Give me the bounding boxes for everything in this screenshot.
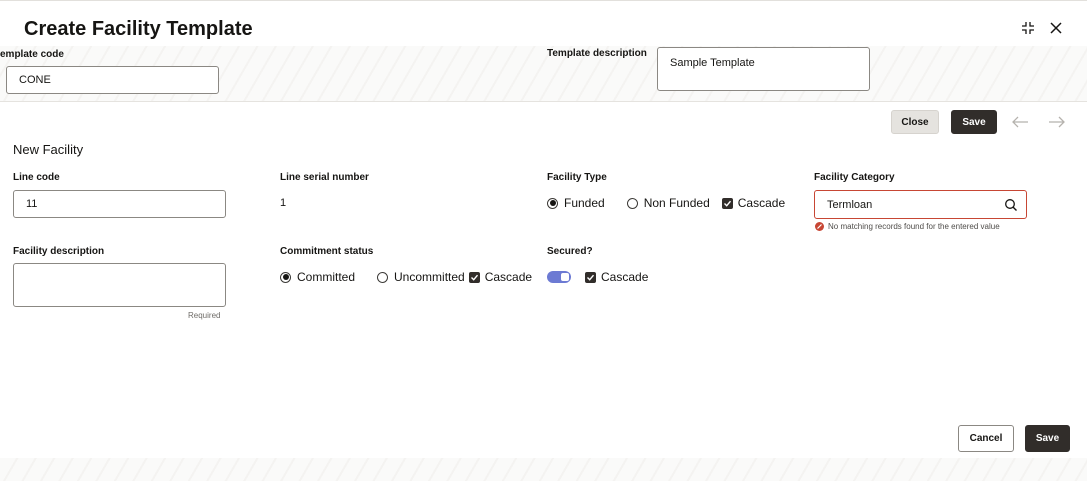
radio-committed-dot[interactable]	[280, 271, 291, 283]
error-text: No matching records found for the entere…	[828, 222, 1000, 231]
radio-non-funded-label: Non Funded	[643, 196, 710, 210]
secured-label: Secured?	[547, 246, 593, 257]
line-code-field[interactable]: 11	[13, 190, 226, 218]
close-button[interactable]: Close	[891, 110, 939, 134]
cascade-label: Cascade	[601, 270, 649, 284]
radio-non-funded-dot[interactable]	[626, 197, 638, 209]
check-icon[interactable]	[585, 271, 596, 283]
radio-committed[interactable]: Committed	[280, 270, 355, 284]
cascade-label: Cascade	[484, 270, 533, 284]
page-title: Create Facility Template	[24, 18, 253, 40]
radio-funded-dot[interactable]	[547, 197, 558, 209]
template-code-label: emplate code	[0, 49, 64, 60]
arrow-left-icon[interactable]	[1011, 113, 1029, 131]
facility-type-group: Funded Non Funded Cascade	[547, 196, 785, 210]
check-icon[interactable]	[468, 271, 480, 283]
facility-type-label: Facility Type	[547, 172, 607, 183]
error-icon	[815, 222, 824, 231]
facility-description-label: Facility description	[13, 246, 105, 257]
template-band: emplate code CONE Template description S…	[0, 46, 1087, 102]
secured-cascade-checkbox[interactable]: Cascade	[585, 270, 648, 284]
radio-uncommitted-dot[interactable]	[377, 271, 389, 283]
save-button[interactable]: Save	[951, 110, 997, 134]
facility-category-field[interactable]: Termloan	[814, 190, 1027, 219]
radio-uncommitted-label: Uncommitted	[394, 270, 465, 284]
facility-description-field[interactable]	[13, 263, 226, 307]
cascade-label: Cascade	[737, 196, 786, 210]
facility-category-error: No matching records found for the entere…	[815, 222, 1000, 231]
section-title: New Facility	[13, 142, 84, 157]
radio-funded[interactable]: Funded	[547, 196, 605, 210]
radio-uncommitted[interactable]: Uncommitted	[377, 270, 465, 284]
radio-non-funded[interactable]: Non Funded	[626, 196, 710, 210]
secured-group: Cascade	[547, 270, 648, 284]
required-hint: Required	[188, 311, 221, 320]
line-code-label: Line code	[13, 172, 60, 183]
dialog-header: Create Facility Template	[0, 0, 1087, 46]
header-actions	[1019, 19, 1065, 37]
facility-category-label: Facility Category	[814, 172, 895, 183]
line-serial-value: 1	[280, 197, 287, 209]
commitment-status-label: Commitment status	[280, 246, 374, 257]
facility-type-cascade-checkbox[interactable]: Cascade	[721, 196, 786, 210]
secured-toggle[interactable]	[547, 271, 571, 283]
expand-icon[interactable]	[1019, 19, 1037, 37]
close-icon[interactable]	[1047, 19, 1065, 37]
template-description-field[interactable]: Sample Template	[657, 47, 870, 91]
commitment-status-group: Committed Uncommitted Cascade	[280, 270, 532, 284]
facility-category-value: Termloan	[827, 198, 873, 211]
footer-band	[0, 458, 1087, 481]
radio-funded-label: Funded	[564, 196, 605, 210]
line-serial-label: Line serial number	[280, 172, 369, 183]
arrow-right-icon[interactable]	[1048, 113, 1066, 131]
cancel-button[interactable]: Cancel	[958, 425, 1014, 452]
check-icon[interactable]	[721, 197, 733, 209]
template-description-label: Template description	[547, 48, 647, 59]
commitment-cascade-checkbox[interactable]: Cascade	[468, 270, 533, 284]
template-code-field[interactable]: CONE	[6, 66, 219, 94]
footer-save-button[interactable]: Save	[1025, 425, 1070, 452]
radio-committed-label: Committed	[297, 270, 356, 284]
search-icon[interactable]	[1002, 196, 1020, 214]
